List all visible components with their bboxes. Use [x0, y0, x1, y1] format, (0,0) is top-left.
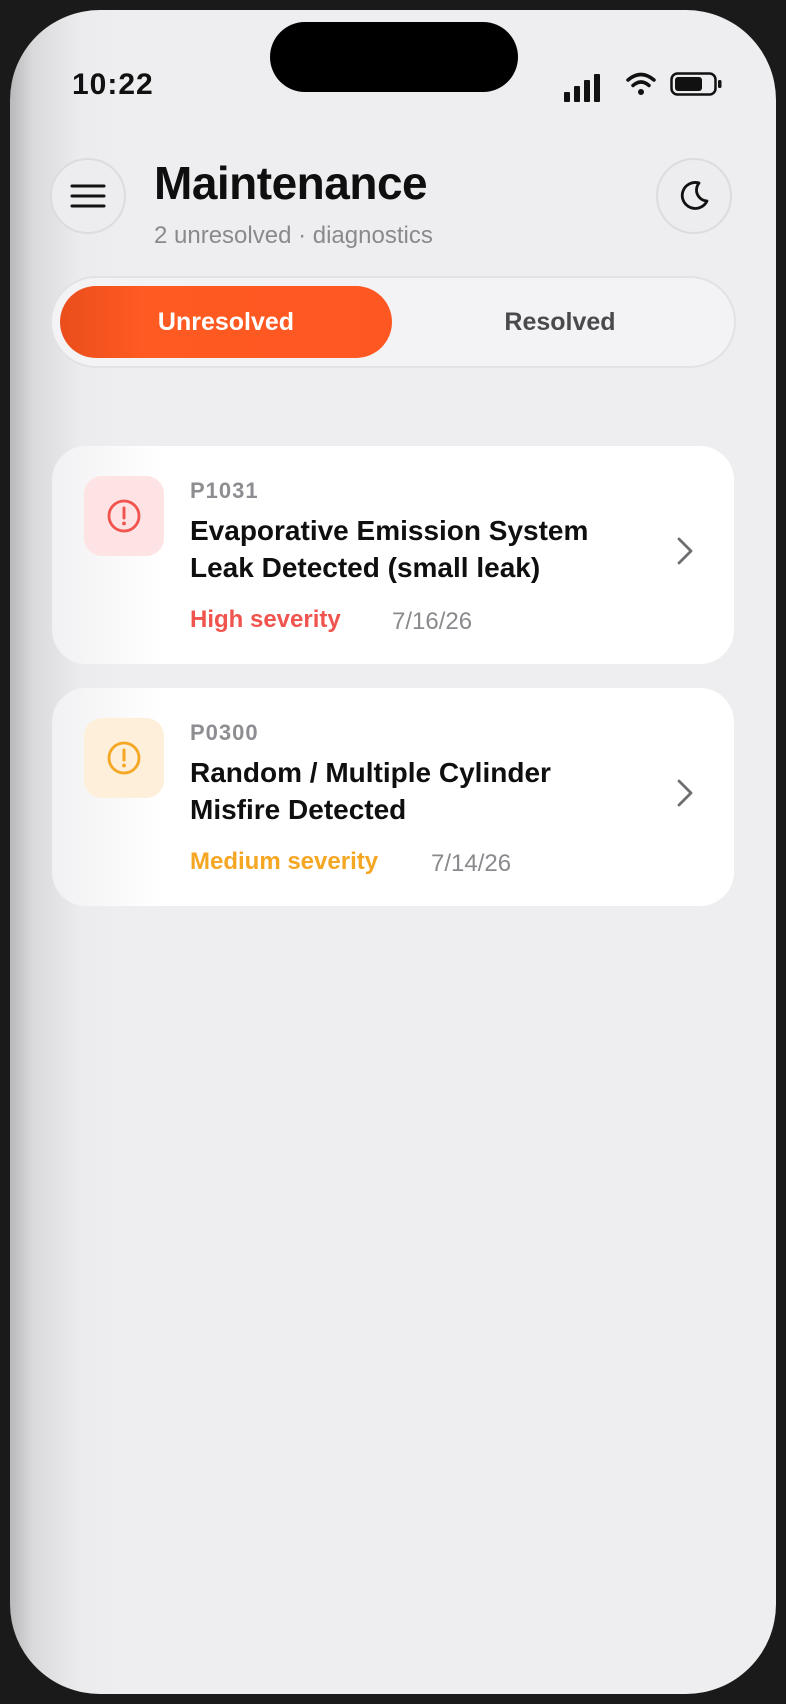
- issue-title: Random / Multiple Cylinder Misfire Detec…: [190, 757, 551, 825]
- battery-icon: [670, 72, 722, 96]
- tab-unresolved[interactable]: Unresolved: [60, 286, 392, 358]
- page-title: Maintenance: [154, 157, 428, 209]
- status-tabs: Unresolved Resolved: [50, 276, 736, 368]
- status-time: 10:22: [72, 68, 154, 101]
- issue-severity: Medium severity: [190, 848, 379, 875]
- dynamic-island: [270, 22, 518, 92]
- page-subtitle: 2 unresolved · diagnostics: [154, 222, 433, 249]
- screen: 10:22 Maintenance 2 unresolved · diagnos…: [10, 10, 776, 1694]
- issue-card[interactable]: P1031 Evaporative Emission System Leak D…: [52, 446, 734, 664]
- issue-date: 7/14/26: [431, 850, 512, 877]
- wifi-icon: [626, 72, 656, 95]
- alert-circle-icon: [107, 499, 141, 533]
- issue-severity: High severity: [190, 606, 341, 633]
- issue-code: P0300: [190, 720, 259, 745]
- phone-frame: 10:22 Maintenance 2 unresolved · diagnos…: [0, 0, 786, 1704]
- moon-icon: [680, 181, 709, 210]
- issue-card[interactable]: P0300 Random / Multiple Cylinder Misfire…: [52, 688, 734, 906]
- chevron-right-icon: [677, 537, 693, 565]
- issue-date: 7/16/26: [392, 608, 473, 635]
- chevron-right-icon: [677, 779, 693, 807]
- theme-toggle-button[interactable]: [656, 158, 732, 234]
- issue-icon-container: [84, 718, 164, 798]
- tab-resolved[interactable]: Resolved: [392, 286, 728, 358]
- hamburger-menu-icon: [70, 184, 106, 208]
- issue-title: Evaporative Emission System Leak Detecte…: [190, 515, 589, 583]
- menu-button[interactable]: [50, 158, 126, 234]
- issue-icon-container: [84, 476, 164, 556]
- status-icons: [564, 68, 724, 102]
- alert-circle-icon: [107, 741, 141, 775]
- issue-code: P1031: [190, 478, 259, 503]
- signal-icon: [564, 68, 604, 102]
